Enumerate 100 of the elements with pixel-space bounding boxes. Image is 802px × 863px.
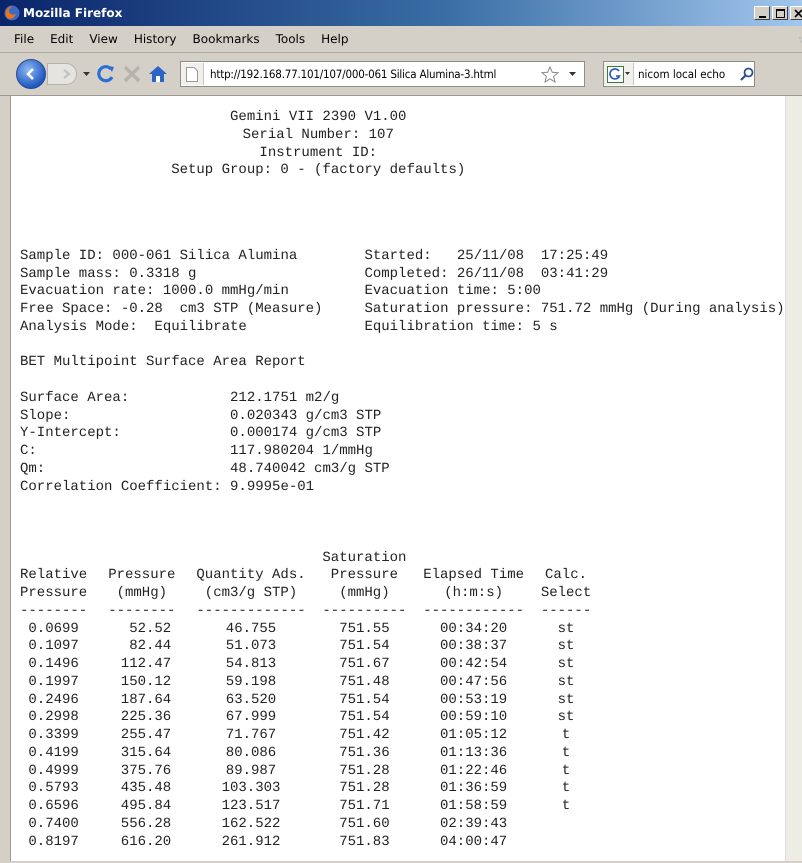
info-line: Sample mass: 0.3318 g xyxy=(20,266,198,284)
section-title: BET Multipoint Surface Area Report xyxy=(20,354,307,372)
column-heading: Pressure xyxy=(108,567,176,585)
table-cell-text: 751.55 xyxy=(338,620,391,638)
page-icon xyxy=(186,66,198,82)
menu-item[interactable]: History xyxy=(126,30,185,48)
table-cell-text: 46.755 xyxy=(224,620,278,638)
column-heading: Pressure xyxy=(330,567,398,585)
table-cell-text: 59.198 xyxy=(224,674,278,692)
result-value: 0.020343 g/cm3 STP xyxy=(230,408,382,426)
table-cell-text: 751.54 xyxy=(338,692,391,710)
table-cell-text: 616.20 xyxy=(120,834,172,852)
table-cell-text: 0.1496 xyxy=(27,656,80,674)
column-heading: Pressure xyxy=(20,585,88,603)
minimize-button[interactable] xyxy=(754,6,770,20)
table-cell-text: 01:58:59 xyxy=(439,798,508,816)
table-cell-text: 52.52 xyxy=(128,620,172,638)
reload-button[interactable] xyxy=(96,64,116,84)
table-cell-text: 261.912 xyxy=(220,834,282,852)
column-rule: -------- xyxy=(20,602,88,620)
maximize-button[interactable] xyxy=(772,6,788,20)
table-cell-text: 255.47 xyxy=(120,727,172,745)
column-heading: (mmHg) xyxy=(116,585,168,603)
table-cell-text: 0.4999 xyxy=(27,762,80,780)
table-cell-text: 0.5793 xyxy=(27,780,80,798)
search-field[interactable]: nicom local echo xyxy=(603,61,755,87)
table-cell-text: 103.303 xyxy=(220,780,282,798)
url-dropdown[interactable] xyxy=(569,72,576,76)
info-line: Completed: 26/11/08 03:41:29 xyxy=(364,266,610,284)
table-cell-text: 751.60 xyxy=(338,816,391,834)
info-line: Sample ID: 000-061 Silica Alumina xyxy=(20,248,298,266)
search-engine-button[interactable] xyxy=(604,63,634,85)
table-cell-text: 0.2496 xyxy=(27,692,80,710)
menu-item[interactable]: Help xyxy=(313,30,356,48)
column-heading: Quantity Ads. xyxy=(196,567,306,585)
column-heading: Saturation xyxy=(322,550,406,568)
reload-icon xyxy=(96,64,116,84)
table-cell-text: st xyxy=(556,709,576,727)
table-cell-text: 751.28 xyxy=(338,780,391,798)
window-title: Mozilla Firefox xyxy=(23,6,122,20)
result-label: Qm: xyxy=(20,460,46,478)
table-cell-text: 150.12 xyxy=(120,674,172,692)
menu-item[interactable]: View xyxy=(81,30,126,48)
close-icon xyxy=(122,64,142,84)
table-cell-text: st xyxy=(556,656,576,674)
table-cell-text: 0.2998 xyxy=(27,709,80,727)
table-cell-text: 751.54 xyxy=(338,638,391,656)
report-header-line: Serial Number: 107 xyxy=(242,126,394,144)
g-logo-icon xyxy=(607,66,624,82)
result-value: 9.9995e-01 xyxy=(230,478,316,496)
bookmark-star-button[interactable] xyxy=(541,66,559,82)
browser-logo-icon xyxy=(4,5,20,21)
info-line: Evacuation rate: 1000.0 mmHg/min xyxy=(20,283,290,301)
column-rule: ------------- xyxy=(196,602,306,620)
search-icon[interactable] xyxy=(740,67,754,81)
report-header-line: Setup Group: 0 - (factory defaults) xyxy=(171,162,466,180)
table-cell-text: 89.987 xyxy=(224,762,278,780)
table-cell-text: 751.83 xyxy=(338,834,391,852)
table-cell-text: t xyxy=(560,762,572,780)
table-cell-text: 00:42:54 xyxy=(439,656,508,674)
table-cell-text: 00:53:19 xyxy=(439,692,508,710)
column-heading: (cm3/g STP) xyxy=(204,585,298,603)
table-cell-text: 00:38:37 xyxy=(439,638,508,656)
result-value: 212.1751 m2/g xyxy=(230,390,340,408)
caret-icon xyxy=(569,72,576,76)
info-line: Started: 25/11/08 17:25:49 xyxy=(364,248,610,266)
column-heading: (h:m:s) xyxy=(444,585,504,603)
close-icon xyxy=(794,8,802,18)
column-rule: -------- xyxy=(107,602,176,620)
info-line: Analysis Mode: Equilibrate xyxy=(20,318,248,336)
table-cell-text: 751.67 xyxy=(338,656,391,674)
menu-item[interactable]: Tools xyxy=(268,30,314,48)
column-rule: ------------ xyxy=(423,602,524,620)
table-cell-text: 00:59:10 xyxy=(439,709,508,727)
menu-item[interactable]: Edit xyxy=(42,30,82,48)
table-cell-text: 0.4199 xyxy=(27,744,80,762)
menu-item[interactable]: Bookmarks xyxy=(184,30,268,48)
home-button[interactable] xyxy=(148,65,168,83)
table-cell-text: 01:22:46 xyxy=(439,762,508,780)
history-dropdown[interactable] xyxy=(83,72,90,76)
star-icon xyxy=(541,66,559,82)
scrollbar[interactable] xyxy=(785,96,802,861)
column-heading: Elapsed Time xyxy=(423,567,524,585)
table-cell-text: 71.767 xyxy=(224,727,278,745)
table-cell-text: 0.3399 xyxy=(27,727,80,745)
table-cell-text: 51.073 xyxy=(224,638,278,656)
table-cell-text: 751.54 xyxy=(338,709,391,727)
table-cell-text: 751.28 xyxy=(338,762,391,780)
address-field[interactable]: http://192.168.77.101/107/000-061 Silica Alumina-3.html xyxy=(180,61,585,87)
back-button[interactable] xyxy=(16,59,46,89)
column-rule: ------ xyxy=(540,602,592,620)
table-cell-text: 02:39:43 xyxy=(439,816,508,834)
close-button[interactable] xyxy=(790,6,802,20)
column-rule: ---------- xyxy=(322,602,406,620)
house-icon xyxy=(148,65,168,83)
table-cell-text: 01:13:36 xyxy=(439,744,508,762)
table-cell-text: 225.36 xyxy=(120,709,172,727)
info-line: Free Space: -0.28 cm3 STP (Measure) xyxy=(20,301,324,319)
menu-item[interactable]: File xyxy=(6,30,42,48)
column-heading: Select xyxy=(540,585,592,603)
